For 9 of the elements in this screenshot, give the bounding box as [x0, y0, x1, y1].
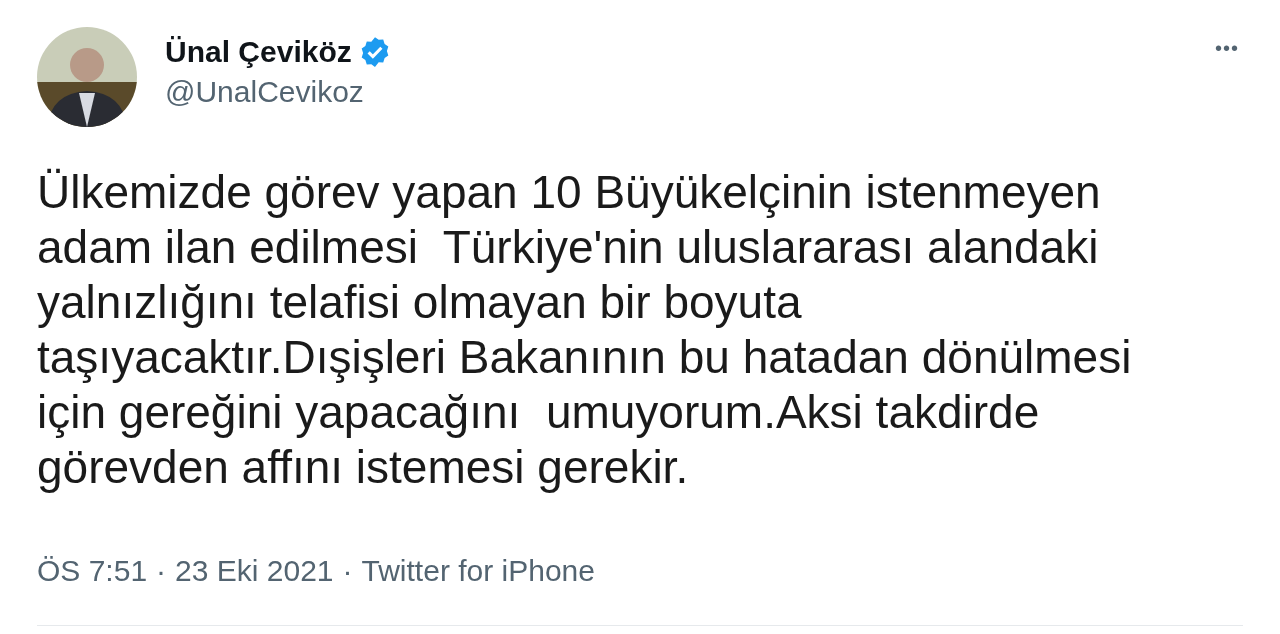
- author-name[interactable]: Ünal Çeviköz: [165, 35, 352, 69]
- author-handle[interactable]: @UnalCevikoz: [165, 75, 392, 109]
- tweet-text: Ülkemizde görev yapan 10 Büyükelçinin istenmeyen adam ilan edilmesi Türkiye'nin uluslararası alandaki yalnızlığını telafisi olmayan bir boyuta taşıyacaktır.Dışişleri Bakanının bu hatadan dönülmesi için gereğini yapacağını umuyorum.Aksi takdirde görevden affını istemesi gerekir.: [37, 165, 1133, 495]
- dot-separator: ·: [156, 553, 167, 589]
- dot-separator: ·: [342, 553, 353, 589]
- tweet-source[interactable]: Twitter for iPhone: [361, 553, 595, 589]
- more-button[interactable]: •••: [1211, 33, 1243, 64]
- tweet-date[interactable]: 23 Eki 2021: [175, 553, 334, 589]
- tweet-time[interactable]: ÖS 7:51: [37, 553, 148, 589]
